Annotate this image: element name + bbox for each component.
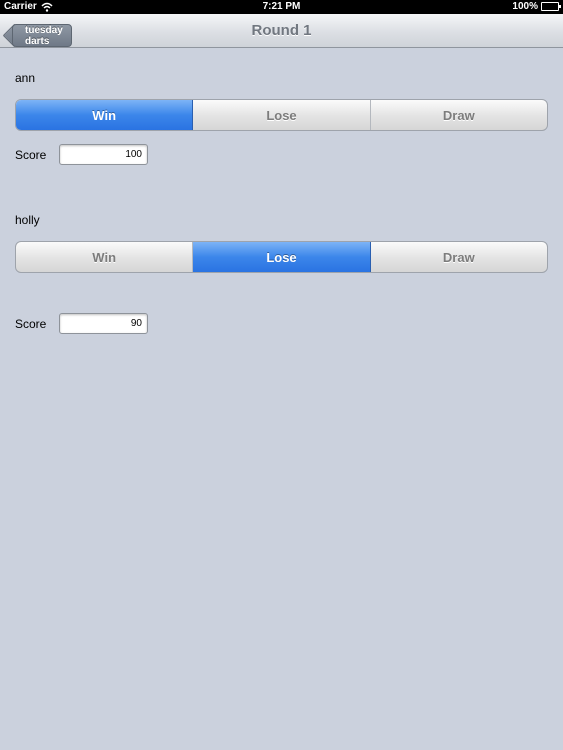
navigation-bar: tuesday darts Round 1	[0, 14, 563, 48]
page-title: Round 1	[251, 22, 312, 39]
status-bar: Carrier 7:21 PM 100%	[0, 0, 563, 14]
battery-icon	[541, 2, 561, 11]
segment-lose[interactable]: Lose	[193, 242, 371, 272]
score-label: Score	[15, 148, 47, 162]
player-name: holly	[15, 213, 40, 227]
battery-percent: 100%	[512, 1, 538, 12]
segment-win[interactable]: Win	[16, 242, 194, 272]
segment-draw[interactable]: Draw	[371, 100, 547, 130]
score-input[interactable]	[59, 313, 148, 334]
segment-lose[interactable]: Lose	[193, 100, 371, 130]
status-time: 7:21 PM	[262, 1, 301, 12]
result-segmented-control: Win Lose Draw	[15, 241, 548, 273]
score-label: Score	[15, 317, 47, 331]
score-input[interactable]	[59, 144, 148, 165]
back-button[interactable]: tuesday darts	[12, 24, 72, 47]
result-segmented-control: Win Lose Draw	[15, 99, 548, 131]
segment-draw[interactable]: Draw	[371, 242, 547, 272]
segment-win[interactable]: Win	[16, 100, 194, 130]
player-name: ann	[15, 71, 36, 85]
status-right: 100%	[512, 1, 561, 12]
